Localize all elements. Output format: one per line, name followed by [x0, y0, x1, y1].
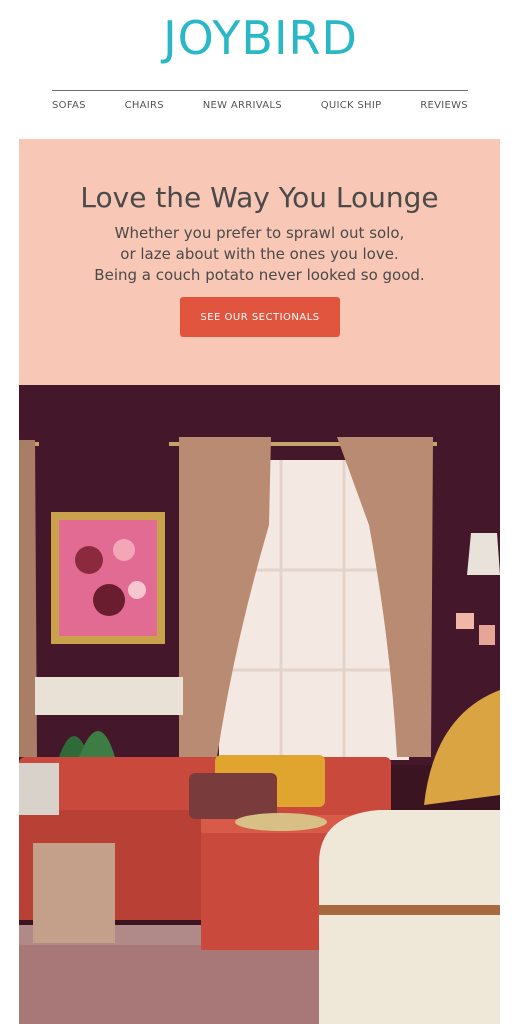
nav-new-arrivals[interactable]: NEW ARRIVALS [203, 100, 282, 111]
main-nav: SOFAS CHAIRS NEW ARRIVALS QUICK SHIP REV… [52, 96, 468, 114]
hero-subtitle-line: Being a couch potato never looked so goo… [94, 266, 425, 284]
hero-subtitle: Whether you prefer to sprawl out solo, o… [19, 223, 500, 286]
hero-subtitle-line: or laze about with the ones you love. [120, 245, 399, 263]
living-room-illustration [19, 385, 500, 1024]
nav-chairs[interactable]: CHAIRS [125, 100, 164, 111]
hero-title: Love the Way You Lounge [80, 181, 439, 214]
see-our-sectionals-button[interactable]: SEE OUR SECTIONALS [180, 297, 340, 337]
nav-quick-ship[interactable]: QUICK SHIP [321, 100, 382, 111]
joybird-logo[interactable]: JOYBIRD [0, 10, 521, 66]
hero-subtitle-line: Whether you prefer to sprawl out solo, [114, 224, 405, 242]
living-room-photo[interactable] [19, 385, 500, 1024]
nav-divider [52, 90, 468, 91]
nav-reviews[interactable]: REVIEWS [420, 100, 468, 111]
hero-banner: Love the Way You Lounge Whether you pref… [19, 139, 500, 385]
nav-sofas[interactable]: SOFAS [52, 100, 86, 111]
